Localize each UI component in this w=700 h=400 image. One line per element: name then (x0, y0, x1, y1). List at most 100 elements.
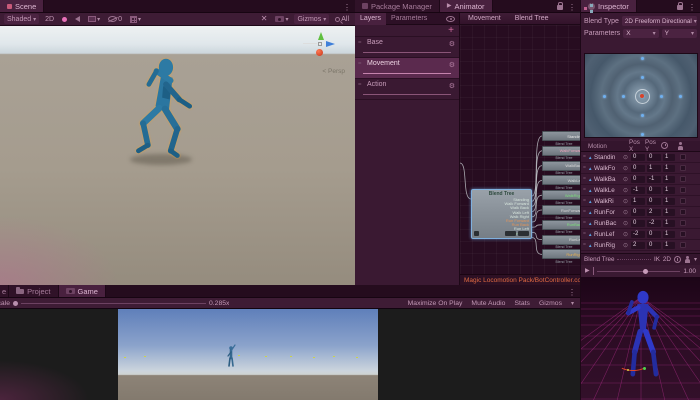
subtab-layers[interactable]: Layers (355, 13, 386, 25)
effects-dropdown[interactable]: ▾ (86, 14, 102, 24)
eye-icon[interactable] (446, 16, 455, 22)
hidden-objects-button[interactable]: 0 (106, 14, 124, 24)
node-param-icon[interactable] (474, 231, 479, 236)
avatar-icon[interactable] (684, 256, 691, 264)
chevron-down-icon[interactable]: ▾ (694, 256, 697, 263)
layer-item[interactable]: =Action⚙ (355, 79, 459, 100)
blend-sample-dot[interactable] (641, 133, 644, 136)
preview-2d-toggle[interactable]: 2D (663, 256, 671, 263)
mirror-checkbox[interactable] (680, 154, 686, 160)
axis-ball-icon[interactable] (316, 49, 323, 56)
speed-field[interactable]: 1 (663, 154, 675, 161)
pos-y-field[interactable]: 1 (647, 165, 661, 172)
pos-x-field[interactable]: -2 (631, 231, 645, 238)
pos-y-field[interactable]: 0 (647, 187, 661, 194)
param-x-dropdown[interactable]: X▾ (623, 29, 658, 38)
pos-y-field[interactable]: 0 (647, 198, 661, 205)
kebab-icon[interactable]: ⋮ (568, 288, 576, 297)
blend-sample-dot[interactable] (679, 95, 682, 98)
object-picker-icon[interactable]: ⊙ (623, 220, 631, 227)
axis-y-cone-icon[interactable] (318, 32, 324, 40)
blend-sample-dot[interactable] (641, 76, 644, 79)
preview-viewport[interactable] (581, 277, 700, 400)
mirror-checkbox[interactable] (680, 220, 686, 226)
blend-sample-dot[interactable] (641, 114, 644, 117)
speed-field[interactable]: 1 (663, 176, 675, 183)
layer-weight-bar[interactable] (363, 94, 451, 95)
kebab-icon[interactable]: ⋮ (568, 3, 576, 12)
object-picker-icon[interactable]: ⊙ (623, 209, 631, 216)
gizmos-dropdown[interactable]: Gizmos ▾ (294, 14, 329, 24)
gizmos-button[interactable]: Gizmos (539, 300, 562, 307)
tab-game[interactable]: Game (59, 285, 106, 297)
gear-icon[interactable]: ⚙ (449, 82, 455, 90)
mirror-checkbox[interactable] (680, 176, 686, 182)
play-icon[interactable]: ▶ (585, 268, 590, 274)
shading-mode-dropdown[interactable]: Shaded ▾ (4, 14, 39, 24)
tool-settings-button[interactable]: ✕ (259, 14, 270, 24)
graph-child-node[interactable]: WalkForward (542, 146, 580, 156)
ik-toggle[interactable]: IK (654, 256, 660, 263)
pos-y-field[interactable]: -2 (647, 220, 661, 227)
tab-animator[interactable]: ▶ Animator (440, 0, 493, 12)
chevron-down-icon[interactable]: ▾ (571, 300, 574, 307)
object-picker-icon[interactable]: ⊙ (623, 231, 631, 238)
blend-sample-dot[interactable] (660, 95, 663, 98)
subtab-parameters[interactable]: Parameters (386, 13, 432, 25)
graph-child-node[interactable]: RunBack (542, 220, 580, 230)
kebab-icon[interactable]: ⋮ (343, 3, 351, 12)
object-picker-icon[interactable]: ⊙ (623, 176, 631, 183)
playback-slider[interactable] (597, 271, 681, 272)
graph-child-node[interactable]: WalkLeft (542, 175, 580, 185)
graph-child-node[interactable]: RunForward (542, 205, 580, 215)
blendtree-node[interactable]: Blend Tree StandingWalk ForwardWalk Back… (471, 189, 532, 239)
tab-package-manager[interactable]: Package Manager (355, 0, 440, 12)
speed-field[interactable]: 1 (663, 231, 675, 238)
tab-partial[interactable]: e (0, 285, 9, 297)
scene-viewport[interactable]: < Persp (0, 26, 355, 285)
breadcrumb-blend-tree[interactable]: Blend Tree (515, 15, 549, 22)
mirror-checkbox[interactable] (680, 165, 686, 171)
perspective-label[interactable]: < Persp (322, 68, 345, 75)
camera-dropdown[interactable]: ▾ (273, 14, 290, 24)
scale-slider-thumb[interactable] (13, 301, 18, 306)
object-picker-icon[interactable]: ⊙ (623, 154, 631, 161)
lighting-toggle-button[interactable] (60, 14, 69, 24)
layer-weight-bar[interactable] (363, 52, 451, 53)
mirror-checkbox[interactable] (680, 231, 686, 237)
breadcrumb-movement[interactable]: Movement (468, 15, 501, 22)
pivot-icon[interactable] (674, 256, 681, 263)
blend-type-dropdown[interactable]: 2D Freeform Directional ▾ (622, 16, 697, 26)
gear-icon[interactable]: ⚙ (449, 40, 455, 48)
scale-slider-track[interactable] (21, 303, 206, 304)
speed-field[interactable]: 1 (663, 187, 675, 194)
blend-2d-diagram[interactable] (584, 53, 698, 138)
pos-x-field[interactable]: 0 (631, 176, 645, 183)
blend-sample-dot[interactable] (603, 95, 606, 98)
param-y-dropdown[interactable]: Y▾ (662, 29, 697, 38)
axis-x-line-icon[interactable] (303, 43, 317, 44)
animator-graph[interactable]: StandingBlend TreeWalkForwardBlend TreeW… (460, 13, 580, 285)
pos-x-field[interactable]: 0 (631, 209, 645, 216)
object-picker-icon[interactable]: ⊙ (623, 242, 631, 249)
add-layer-button[interactable]: + (448, 25, 454, 36)
graph-child-node[interactable]: Standing (542, 131, 580, 141)
scene-character[interactable] (122, 54, 208, 166)
maximize-on-play-button[interactable]: Maximize On Play (408, 300, 463, 307)
playback-slider-thumb[interactable] (643, 269, 648, 274)
grid-dropdown[interactable]: ▾ (128, 14, 143, 24)
pos-y-field[interactable]: 2 (647, 209, 661, 216)
pos-y-field[interactable]: 0 (647, 154, 661, 161)
mirror-checkbox[interactable] (680, 198, 686, 204)
layer-item[interactable]: =Movement⚙ (355, 58, 459, 79)
stats-button[interactable]: Stats (514, 300, 530, 307)
blend-sample-dot[interactable] (641, 57, 644, 60)
graph-child-node[interactable]: WalkRight (542, 190, 580, 200)
layer-item[interactable]: =Base⚙ (355, 37, 459, 58)
gizmo-center-cube-icon[interactable] (318, 42, 322, 46)
tab-scene[interactable]: Scene (0, 0, 44, 12)
pos-x-field[interactable]: 0 (631, 220, 645, 227)
mirror-checkbox[interactable] (680, 209, 686, 215)
scale-slider[interactable]: Scale 0.285x (0, 300, 229, 307)
speed-field[interactable]: 1 (663, 242, 675, 249)
